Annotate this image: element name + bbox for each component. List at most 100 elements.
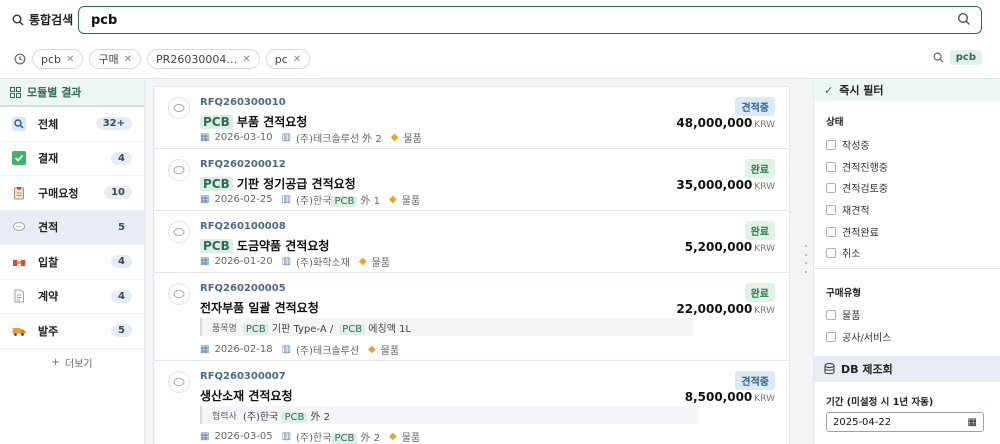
bid-icon [12,255,26,269]
document-icon [12,289,26,303]
status-checkbox[interactable]: 재견적 [826,202,870,217]
recent-chip[interactable]: 구매 ✕ [89,49,142,69]
search-submit-icon[interactable] [957,12,971,26]
detail-value: (주)한국 [242,411,279,423]
status-checkbox[interactable]: 견적검토중 [826,180,888,195]
result-card[interactable]: RFQ260200005 전자부품 일괄 견적요청 품목명 PCB 기판 Typ… [153,272,790,361]
result-company: (주)한국 PCB 外 2 [296,429,380,444]
sidebar-item-label: 결재 [38,152,59,166]
result-company: (주)화학소재 [296,258,350,269]
result-type: 물품 [371,258,390,269]
result-type: 물품 [401,433,421,444]
more-button[interactable]: + 더보기 [0,349,144,377]
recent-chip-label: pcb [41,52,62,66]
result-list: RFQ260300010 PCB 부품 견적요청 ▦ 2026-03-10 ▥ (주… [153,86,790,444]
panel-resize-handle[interactable] [804,245,808,273]
tag-icon: ◆ [389,194,397,205]
result-id[interactable]: RFQ260300007 [200,371,286,382]
module-header: 모듈별 결과 [0,79,144,107]
recent-searches: pcb ✕ 구매 ✕ PR26030004… ✕ pc ✕ [14,49,311,69]
result-title: 생산소재 견적요청 [200,389,293,403]
result-type: 물품 [401,196,421,207]
checkbox[interactable] [826,204,836,215]
result-id[interactable]: RFQ260200005 [200,283,286,294]
chat-bubble-icon [168,97,190,119]
checkbox[interactable] [826,161,836,172]
count-badge: 5 [111,324,132,338]
plus-icon: + [51,357,60,368]
recent-chip[interactable]: PR26030004… ✕ [147,49,260,69]
keyword-highlight: PCB [242,323,269,335]
close-icon[interactable]: ✕ [242,54,250,65]
sidebar-item-label: 구매요청 [38,186,79,200]
result-card[interactable]: RFQ260300007 생산소재 견적요청 협력사 (주)한국 PCB 外 2… [153,360,790,444]
checkbox[interactable] [826,139,836,150]
result-id[interactable]: RFQ260200012 [200,159,286,170]
keyword-highlight: PCB [331,196,358,207]
result-detail: 협력사 (주)한국 PCB 外 2 [200,406,699,424]
checkbox[interactable] [826,247,836,258]
recent-chip[interactable]: pc ✕ [265,49,311,69]
result-detail: 품목명 PCB 기판 Type-A / PCB 에칭액 1L [200,318,693,336]
sidebar-item-all[interactable]: 전체 32+ [0,107,144,142]
status-checkbox[interactable]: 견적진행중 [826,159,888,174]
company-name: (주)한국 [296,196,332,207]
sidebar-item-purchase-request[interactable]: 구매요청 10 [0,176,144,211]
result-id[interactable]: RFQ260300010 [200,97,286,108]
amount-currency: KRW [754,182,775,192]
close-icon[interactable]: ✕ [293,54,301,65]
sidebar-item-quotation[interactable]: 견적 5 [0,210,144,245]
sidebar-item-bid[interactable]: 입찰 4 [0,245,144,280]
calendar-icon: ▦ [200,256,210,267]
checkbox-label: 물품 [842,311,861,322]
tag-icon: ◆ [358,256,367,267]
type-checkbox[interactable]: 공사/서비스 [826,329,891,344]
status-checkbox[interactable]: 견적완료 [826,224,879,239]
keyword-highlight: PCB [200,177,233,191]
checkbox-label: 작성중 [842,141,870,152]
type-filter-title: 구매유형 [826,288,861,299]
search-input[interactable]: pcb [78,6,982,34]
period-date-input[interactable]: 2025-04-22 ▦ [826,412,984,432]
result-id[interactable]: RFQ260100008 [200,221,286,232]
checkbox-label: 재견적 [842,206,870,217]
search-icon [933,52,944,63]
recent-chip[interactable]: pcb ✕ [32,49,84,69]
result-date: 2026-01-20 [214,256,273,267]
sidebar-item-order[interactable]: 발주 5 [0,314,144,349]
checkbox-label: 견적검토중 [842,184,888,195]
result-card[interactable]: RFQ260100008 PCB 도금약품 견적요청 ▦ 2026-01-20 ▥… [153,210,790,273]
chat-bubble-icon [168,371,190,393]
close-icon[interactable]: ✕ [66,54,74,65]
result-title: PCB 기판 정기공급 견적요청 [200,175,356,192]
keyword-indicator: pcb [933,50,982,65]
result-meta: ▦ 2026-01-20 ▥ (주)화학소재 ◆ 물품 [200,254,390,269]
checkbox-label: 취소 [842,249,861,260]
close-icon[interactable]: ✕ [124,54,132,65]
period-date-value: 2025-04-22 [833,416,892,428]
result-card[interactable]: RFQ260200012 PCB 기판 정기공급 견적요청 ▦ 2026-02-2… [153,148,790,211]
checkbox[interactable] [826,182,836,193]
checkbox[interactable] [826,331,836,342]
result-type: 물품 [403,134,422,145]
keyword-highlight: PCB [200,239,233,253]
calendar-icon: ▦ [200,344,210,355]
count-badge: 4 [111,255,132,269]
sidebar-item-contract[interactable]: 계약 4 [0,280,144,314]
keyword-highlight: PCB [200,115,233,129]
calendar-icon[interactable]: ▦ [968,417,977,428]
result-card[interactable]: RFQ260300010 PCB 부품 견적요청 ▦ 2026-03-10 ▥ (주… [153,86,790,149]
status-checkbox[interactable]: 취소 [826,245,860,260]
status-checkbox[interactable]: 작성중 [826,137,870,152]
divider [814,268,1000,269]
status-badge: 완료 [744,283,775,302]
checkbox[interactable] [826,226,836,237]
truck-icon [12,324,26,338]
company-suffix: 外 2 [357,433,381,444]
checkbox[interactable] [826,309,836,320]
type-checkbox[interactable]: 물품 [826,307,860,322]
sidebar-item-approval[interactable]: 결재 4 [0,142,144,176]
status-badge: 완료 [744,159,775,178]
result-meta: ▦ 2026-02-25 ▥ (주)한국 PCB 外 1 ◆ 물품 [200,192,420,207]
amount-currency: KRW [754,120,775,130]
